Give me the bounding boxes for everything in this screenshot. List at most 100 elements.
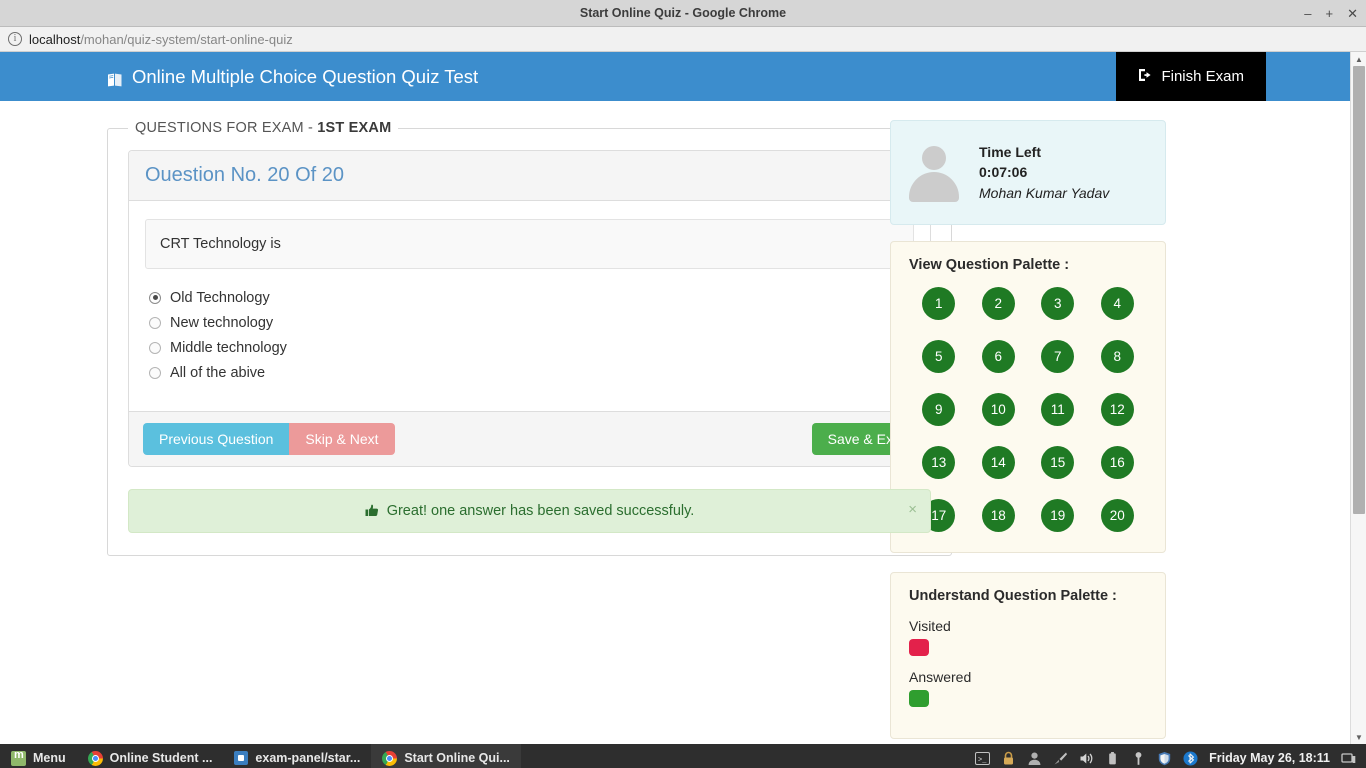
avatar-body (909, 172, 959, 202)
window-title: Start Online Quiz - Google Chrome (0, 6, 1366, 20)
question-text: CRT Technology is (145, 219, 914, 269)
palette-question-15[interactable]: 15 (1041, 446, 1074, 479)
radio-option-1[interactable] (149, 292, 161, 304)
alert-close-icon[interactable]: × (908, 501, 917, 518)
taskbar-item-label-3: Start Online Qui... (404, 751, 510, 765)
time-left-value: 0:07:06 (979, 162, 1109, 182)
question-panel-footer: Previous Question Skip & Next Save & Exi… (129, 411, 930, 466)
shield-icon[interactable] (1157, 751, 1172, 766)
option-row-3[interactable]: Middle technology (149, 335, 910, 360)
thumbs-up-icon (365, 503, 383, 519)
palette-question-14[interactable]: 14 (982, 446, 1015, 479)
palette-question-1[interactable]: 1 (922, 287, 955, 320)
radio-option-3[interactable] (149, 342, 161, 354)
palette-question-6[interactable]: 6 (982, 340, 1015, 373)
question-panel: Ouestion No. 20 Of 20 CRT Technology is … (128, 150, 931, 467)
system-tray: >_ Friday May 26, 18:11 (975, 751, 1366, 766)
chrome-icon (382, 751, 397, 766)
window-controls: – + ✕ (1304, 0, 1358, 27)
avatar-head (922, 146, 946, 170)
taskbar-item-online-student[interactable]: Online Student ... (77, 744, 224, 768)
page-scrollbar[interactable]: ▲ ▼ (1350, 52, 1366, 744)
start-menu-button[interactable]: Menu (0, 744, 77, 768)
site-brand-label: Online Multiple Choice Question Quiz Tes… (132, 66, 478, 88)
scroll-down-icon[interactable]: ▼ (1351, 730, 1366, 744)
key-icon[interactable] (1131, 751, 1146, 766)
palette-question-3[interactable]: 3 (1041, 287, 1074, 320)
palette-question-2[interactable]: 2 (982, 287, 1015, 320)
legend-swatch-answered (909, 690, 929, 707)
maximize-button[interactable]: + (1326, 7, 1334, 20)
url-host: localhost (29, 32, 80, 47)
palette-question-18[interactable]: 18 (982, 499, 1015, 532)
taskbar-item-label-2: exam-panel/star... (255, 751, 360, 765)
palette-question-20[interactable]: 20 (1101, 499, 1134, 532)
save-success-message: Great! one answer has been saved success… (387, 503, 695, 519)
user-icon[interactable] (1027, 751, 1042, 766)
palette-question-8[interactable]: 8 (1101, 340, 1134, 373)
question-panel-body: CRT Technology is Old Technology New tec… (129, 201, 930, 411)
taskbar-clock[interactable]: Friday May 26, 18:11 (1209, 751, 1330, 765)
exam-name: 1ST EXAM (317, 120, 391, 136)
info-icon[interactable]: i (8, 32, 22, 46)
palette-question-16[interactable]: 16 (1101, 446, 1134, 479)
lock-icon[interactable] (1001, 751, 1016, 766)
palette-question-19[interactable]: 19 (1041, 499, 1074, 532)
browser-url-bar[interactable]: i localhost /mohan/quiz-system/start-onl… (0, 27, 1366, 52)
palette-question-13[interactable]: 13 (922, 446, 955, 479)
brush-icon[interactable] (1053, 751, 1068, 766)
palette-question-11[interactable]: 11 (1041, 393, 1074, 426)
battery-icon[interactable] (1105, 751, 1120, 766)
finish-exam-label: Finish Exam (1161, 68, 1244, 85)
scrollbar-thumb[interactable] (1353, 66, 1365, 514)
desktop-taskbar: Menu Online Student ... exam-panel/star.… (0, 744, 1366, 768)
legend-label-answered: Answered (909, 669, 1147, 685)
page-content: QUESTIONS FOR EXAM - 1ST EXAM Ouestion N… (0, 101, 1366, 739)
option-row-4[interactable]: All of the abive (149, 360, 910, 385)
site-brand[interactable]: Online Multiple Choice Question Quiz Tes… (0, 52, 478, 101)
bluetooth-icon[interactable] (1183, 751, 1198, 766)
book-icon (107, 70, 123, 84)
exam-fieldset: QUESTIONS FOR EXAM - 1ST EXAM Ouestion N… (107, 120, 952, 556)
close-button[interactable]: ✕ (1347, 7, 1358, 20)
palette-question-12[interactable]: 12 (1101, 393, 1134, 426)
time-left-label: Time Left (979, 142, 1109, 162)
palette-question-9[interactable]: 9 (922, 393, 955, 426)
time-info: Time Left 0:07:06 Mohan Kumar Yadav (979, 142, 1109, 203)
radio-option-2[interactable] (149, 317, 161, 329)
save-success-alert: Great! one answer has been saved success… (128, 489, 931, 533)
exam-legend: QUESTIONS FOR EXAM - 1ST EXAM (128, 120, 398, 136)
palette-question-5[interactable]: 5 (922, 340, 955, 373)
start-menu-label: Menu (33, 751, 66, 765)
question-palette-grid: 1 2 3 4 5 6 7 8 9 10 11 12 13 14 15 16 1 (909, 287, 1147, 532)
question-panel-heading: Ouestion No. 20 Of 20 (129, 151, 930, 201)
chrome-icon (88, 751, 103, 766)
palette-question-10[interactable]: 10 (982, 393, 1015, 426)
taskbar-item-exam-panel[interactable]: exam-panel/star... (223, 744, 371, 768)
palette-question-4[interactable]: 4 (1101, 287, 1134, 320)
svg-text:>_: >_ (978, 756, 987, 764)
user-time-panel: Time Left 0:07:06 Mohan Kumar Yadav (890, 120, 1166, 225)
question-palette-title: View Question Palette : (909, 257, 1147, 273)
previous-question-button[interactable]: Previous Question (143, 423, 289, 455)
exam-legend-prefix: QUESTIONS FOR EXAM - (135, 120, 317, 136)
taskbar-item-start-online-quiz[interactable]: Start Online Qui... (371, 744, 521, 768)
show-desktop-icon[interactable] (1341, 751, 1356, 766)
option-row-1[interactable]: Old Technology (149, 285, 910, 310)
volume-icon[interactable] (1079, 751, 1094, 766)
palette-question-7[interactable]: 7 (1041, 340, 1074, 373)
window-titlebar: Start Online Quiz - Google Chrome – + ✕ (0, 0, 1366, 27)
radio-option-4[interactable] (149, 367, 161, 379)
window-icon (234, 751, 248, 765)
question-number-title: Ouestion No. 20 Of 20 (145, 164, 914, 187)
minimize-button[interactable]: – (1304, 7, 1311, 20)
skip-next-button[interactable]: Skip & Next (289, 423, 394, 455)
scroll-up-icon[interactable]: ▲ (1351, 52, 1366, 66)
terminal-icon[interactable]: >_ (975, 751, 990, 766)
user-avatar-icon (905, 144, 963, 202)
finish-exam-button[interactable]: Finish Exam (1116, 52, 1266, 101)
legend-label-visited: Visited (909, 618, 1147, 634)
answer-options: Old Technology New technology Middle tec… (145, 269, 914, 395)
option-row-2[interactable]: New technology (149, 310, 910, 335)
option-label-1: Old Technology (170, 290, 270, 306)
